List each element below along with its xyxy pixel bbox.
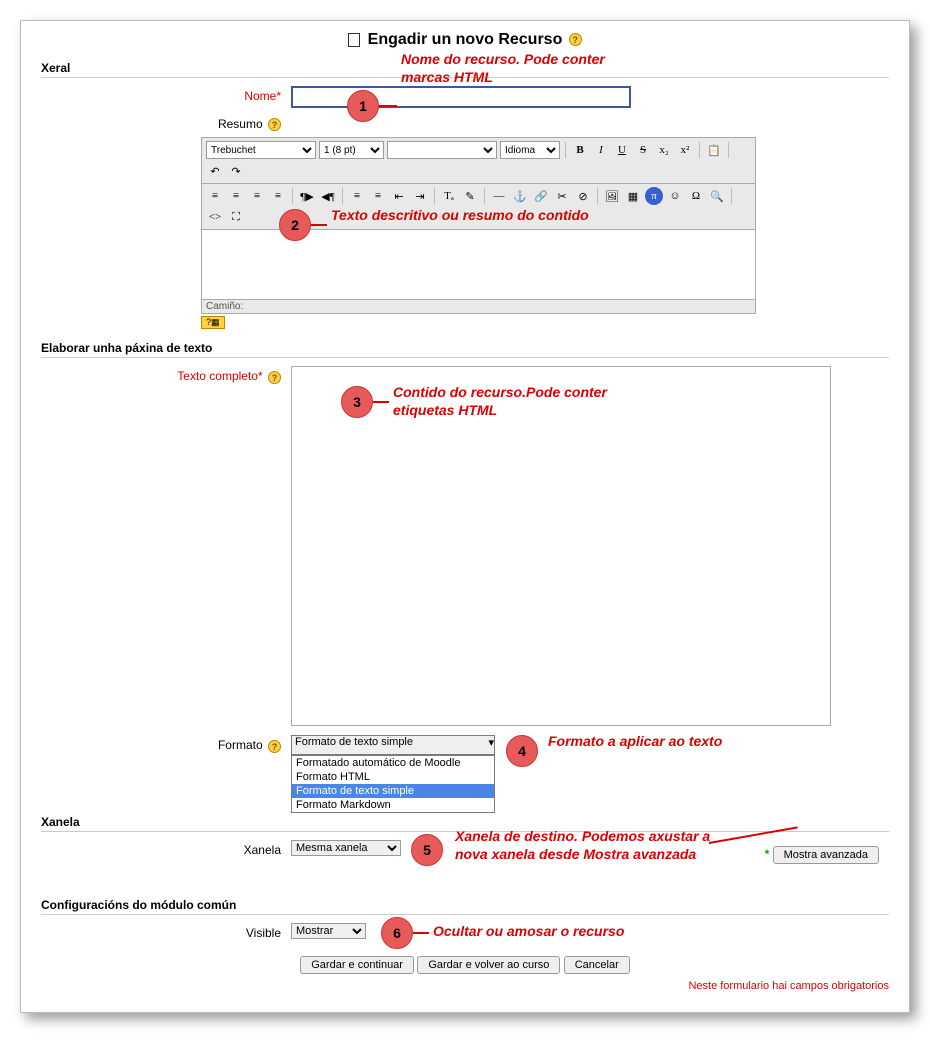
help-icon-resumo[interactable]: ? [268, 118, 281, 131]
callout-6-badge: 6 [381, 917, 413, 949]
help-icon[interactable]: ? [569, 33, 582, 46]
callout-4-badge: 4 [506, 735, 538, 767]
undo-icon[interactable]: ↶ [206, 162, 224, 180]
align-right-icon[interactable]: ≡ [248, 187, 266, 205]
row-nome: Nome* [41, 86, 889, 108]
section-elaborar-header: Elaborar unha páxina de texto [41, 341, 889, 358]
callout-3-text: Contido do recurso.Pode conter etiquetas… [393, 384, 623, 419]
anchor-icon[interactable]: ⚓ [511, 187, 529, 205]
save-return-button[interactable]: Gardar e volver ao curso [417, 956, 560, 974]
select-xanela[interactable]: Mesma xanela [291, 840, 401, 856]
callout-6-line [413, 932, 429, 934]
editor-path: Camiño: [201, 300, 756, 314]
section-xanela: Xanela * Mostra avanzada Xanela Mesma xa… [41, 815, 889, 868]
save-continue-button[interactable]: Gardar e continuar [300, 956, 414, 974]
textarea-texto-completo[interactable] [291, 366, 831, 726]
form-buttons: Gardar e continuar Gardar e volver ao cu… [41, 956, 889, 974]
source-icon[interactable]: <> [206, 208, 224, 226]
unlink-icon[interactable]: ✂ [553, 187, 571, 205]
subscript-icon[interactable]: x₂ [655, 141, 673, 159]
section-elaborar: Elaborar unha páxina de texto Texto comp… [41, 341, 889, 755]
align-center-icon[interactable]: ≡ [227, 187, 245, 205]
label-nome: Nome* [41, 86, 291, 103]
equation-icon[interactable]: π [645, 187, 663, 205]
callout-5-badge: 5 [411, 834, 443, 866]
callout-1-badge: 1 [347, 90, 379, 122]
bold-icon[interactable]: B [571, 141, 589, 159]
redo-icon[interactable]: ↷ [227, 162, 245, 180]
formato-option-html[interactable]: Formato HTML [292, 770, 494, 784]
row-texto-completo: Texto completo* ? 3 Contido do recurso.P… [41, 366, 889, 729]
row-formato: Formato ? Formato de texto simple ▾ Form… [41, 735, 889, 755]
page-icon [348, 33, 360, 47]
select-formato[interactable]: Formato de texto simple ▾ [291, 735, 495, 755]
label-formato: Formato ? [41, 735, 291, 752]
find-icon[interactable]: 🔍 [708, 187, 726, 205]
hr-icon[interactable]: — [490, 187, 508, 205]
callout-2-line [311, 224, 327, 226]
copy-icon[interactable]: 📋 [705, 141, 723, 159]
wysiwyg-editor: Trebuchet 1 (8 pt) Idioma B I U S x₂ x² … [201, 137, 756, 329]
label-resumo: Resumo ? [41, 114, 291, 131]
row-resumo: Resumo ? [41, 114, 889, 131]
fullscreen-icon[interactable]: ⛶ [227, 208, 245, 226]
callout-1-line [379, 105, 397, 107]
heading-select[interactable] [387, 141, 497, 159]
rtl-icon[interactable]: ◀¶ [319, 187, 337, 205]
required-footnote: Neste formulario hai campos obrigatorios [41, 980, 889, 992]
cancel-button[interactable]: Cancelar [564, 956, 630, 974]
input-nome[interactable] [291, 86, 631, 108]
size-select[interactable]: 1 (8 pt) [319, 141, 384, 159]
select-formato-dropdown: Formatado automático de Moodle Formato H… [291, 755, 495, 813]
help-icon-formato[interactable]: ? [268, 740, 281, 753]
editor-toolbar-row1: Trebuchet 1 (8 pt) Idioma B I U S x₂ x² … [201, 137, 756, 184]
align-justify-icon[interactable]: ≡ [269, 187, 287, 205]
section-common: Configuracións do módulo común Visible M… [41, 898, 889, 940]
formato-option-simple[interactable]: Formato de texto simple [292, 784, 494, 798]
outdent-icon[interactable]: ⇤ [390, 187, 408, 205]
section-common-header: Configuracións do módulo común [41, 898, 889, 915]
font-select[interactable]: Trebuchet [206, 141, 316, 159]
italic-icon[interactable]: I [592, 141, 610, 159]
char-icon[interactable]: Ω [687, 187, 705, 205]
page-title-row: Engadir un novo Recurso ? [41, 31, 889, 49]
superscript-icon[interactable]: x² [676, 141, 694, 159]
select-visible[interactable]: Mostrar [291, 923, 366, 939]
link-icon[interactable]: 🔗 [532, 187, 550, 205]
callout-2-text: Texto descritivo ou resumo do contido [331, 207, 591, 225]
label-texto-completo: Texto completo* ? [41, 366, 291, 383]
table-icon[interactable]: ▦ [624, 187, 642, 205]
nolink-icon[interactable]: ⊘ [574, 187, 592, 205]
page-title: Engadir un novo Recurso [368, 31, 563, 48]
ltr-icon[interactable]: ¶▶ [298, 187, 316, 205]
strike-icon[interactable]: S [634, 141, 652, 159]
help-icon-texto[interactable]: ? [268, 371, 281, 384]
section-xeral: Xeral Nome* Resumo ? Trebuchet 1 (8 pt) … [41, 61, 889, 329]
indent-icon[interactable]: ⇥ [411, 187, 429, 205]
label-xanela: Xanela [41, 840, 291, 857]
callout-6-text: Ocultar ou amosar o recurso [433, 923, 693, 941]
smiley-icon[interactable]: ☺ [666, 187, 684, 205]
ul-icon[interactable]: ≡ [369, 187, 387, 205]
row-xanela: Xanela Mesma xanela 5 Xanela de destino.… [41, 840, 889, 857]
lang-select[interactable]: Idioma [500, 141, 560, 159]
callout-4-text: Formato a aplicar ao texto [548, 733, 728, 751]
formato-option-markdown[interactable]: Formato Markdown [292, 798, 494, 812]
ol-icon[interactable]: ≡ [348, 187, 366, 205]
callout-5-text: Xanela de destino. Podemos axustar a nov… [455, 828, 715, 863]
underline-icon[interactable]: U [613, 141, 631, 159]
row-visible: Visible Mostrar 6 Ocultar ou amosar o re… [41, 923, 889, 940]
textcolor-icon[interactable]: Tₐ [440, 187, 458, 205]
callout-3-line [373, 401, 389, 403]
formato-option-auto[interactable]: Formatado automático de Moodle [292, 756, 494, 770]
image-icon[interactable]: 🖼 [603, 187, 621, 205]
align-left-icon[interactable]: ≡ [206, 187, 224, 205]
keyboard-toggle[interactable]: ?▦ [201, 316, 225, 329]
callout-1-text: Nome do recurso. Pode conter marcas HTML [401, 51, 641, 86]
bgcolor-icon[interactable]: ✎ [461, 187, 479, 205]
form-panel: Engadir un novo Recurso ? Nome do recurs… [20, 20, 910, 1013]
label-visible: Visible [41, 923, 291, 940]
editor-content-area[interactable] [201, 230, 756, 300]
